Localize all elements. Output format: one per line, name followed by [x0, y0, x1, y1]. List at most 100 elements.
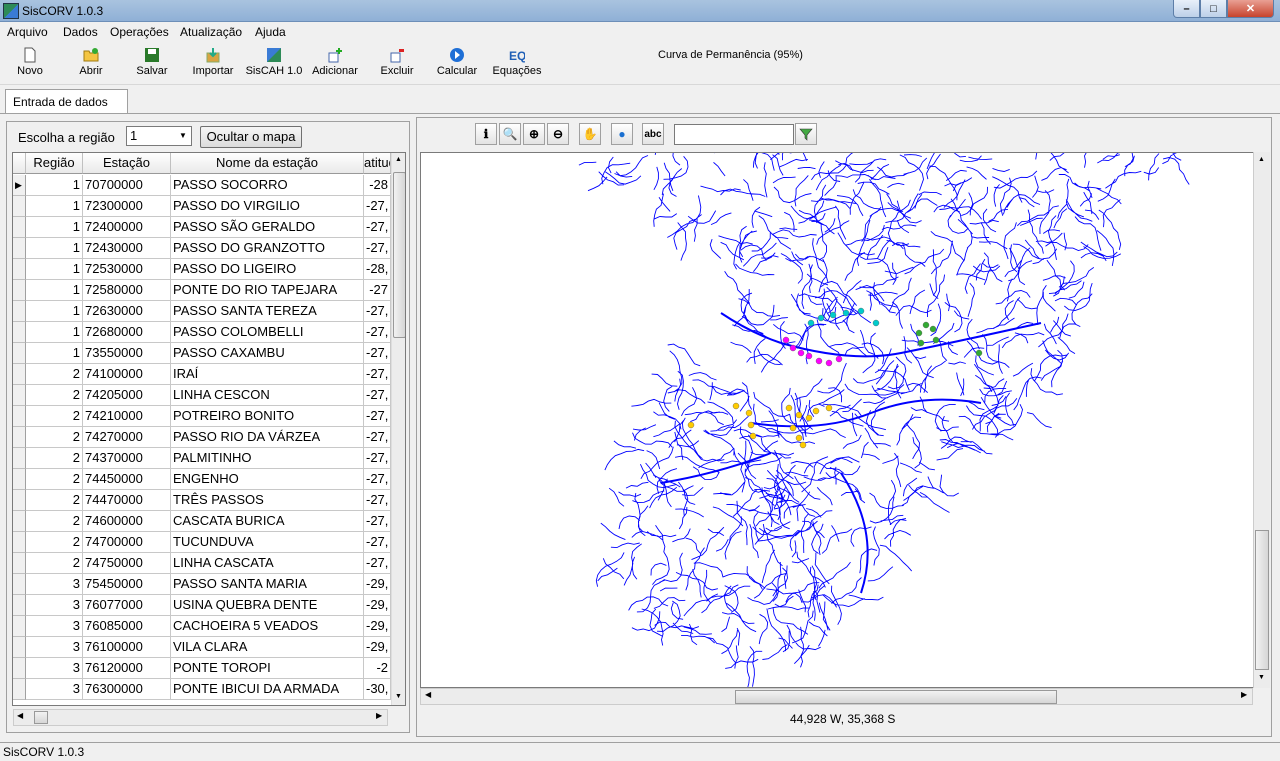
cell-nome[interactable]: LINHA CASCATA: [171, 553, 364, 574]
cell-estacao[interactable]: 74750000: [83, 553, 171, 574]
cell-latitude[interactable]: -27,: [364, 364, 391, 385]
cell-latitude[interactable]: -28: [364, 175, 391, 196]
cell-regiao[interactable]: 1: [26, 196, 83, 217]
row-selector[interactable]: [13, 532, 26, 553]
station-marker[interactable]: [749, 432, 757, 440]
table-row[interactable]: 1 72630000 PASSO SANTA TEREZA -27,: [13, 301, 391, 322]
table-row[interactable]: 3 76077000 USINA QUEBRA DENTE -29,: [13, 595, 391, 616]
new-button[interactable]: Novo: [0, 45, 62, 83]
table-row[interactable]: 2 74205000 LINHA CESCON -27,: [13, 385, 391, 406]
cell-latitude[interactable]: -2: [364, 658, 391, 679]
cell-estacao[interactable]: 72630000: [83, 301, 171, 322]
table-row[interactable]: 2 74210000 POTREIRO BONITO -27,: [13, 406, 391, 427]
cell-regiao[interactable]: 2: [26, 469, 83, 490]
station-marker[interactable]: [782, 336, 790, 344]
station-marker[interactable]: [932, 336, 940, 344]
save-button[interactable]: Salvar: [120, 45, 184, 83]
cell-estacao[interactable]: 74600000: [83, 511, 171, 532]
cell-latitude[interactable]: -27,: [364, 322, 391, 343]
station-marker[interactable]: [842, 309, 850, 317]
cell-latitude[interactable]: -27,: [364, 343, 391, 364]
station-marker[interactable]: [857, 307, 865, 315]
row-selector[interactable]: [13, 238, 26, 259]
row-selector[interactable]: [13, 490, 26, 511]
cell-regiao[interactable]: 1: [26, 301, 83, 322]
calculate-button[interactable]: Calcular: [425, 45, 489, 83]
station-marker[interactable]: [745, 409, 753, 417]
station-marker[interactable]: [922, 321, 930, 329]
cell-estacao[interactable]: 76077000: [83, 595, 171, 616]
zoom-search-tool[interactable]: 🔍: [499, 123, 521, 145]
cell-estacao[interactable]: 74370000: [83, 448, 171, 469]
row-selector[interactable]: [13, 553, 26, 574]
menu-operacoes[interactable]: Operações: [110, 25, 169, 39]
table-row[interactable]: 2 74450000 ENGENHO -27,: [13, 469, 391, 490]
table-row[interactable]: 3 76120000 PONTE TOROPI -2: [13, 658, 391, 679]
table-row[interactable]: 1 72430000 PASSO DO GRANZOTTO -27,: [13, 238, 391, 259]
station-marker[interactable]: [687, 421, 695, 429]
filter-button[interactable]: [795, 123, 817, 145]
cell-nome[interactable]: PASSO SANTA MARIA: [171, 574, 364, 595]
cell-nome[interactable]: TUCUNDUVA: [171, 532, 364, 553]
table-row[interactable]: 2 74750000 LINHA CASCATA -27,: [13, 553, 391, 574]
cell-nome[interactable]: LINHA CESCON: [171, 385, 364, 406]
cell-latitude[interactable]: -27,: [364, 385, 391, 406]
cell-estacao[interactable]: 76100000: [83, 637, 171, 658]
cell-nome[interactable]: POTREIRO BONITO: [171, 406, 364, 427]
column-header-latitude[interactable]: atitud: [364, 153, 391, 174]
table-scroll-thumb[interactable]: [393, 172, 405, 338]
menu-dados[interactable]: Dados: [63, 25, 98, 39]
cell-nome[interactable]: PASSO DO VIRGILIO: [171, 196, 364, 217]
cell-latitude[interactable]: -27,: [364, 427, 391, 448]
cell-estacao[interactable]: 72680000: [83, 322, 171, 343]
station-marker[interactable]: [835, 355, 843, 363]
cell-regiao[interactable]: 2: [26, 553, 83, 574]
column-header-nome[interactable]: Nome da estação: [171, 153, 364, 174]
table-row[interactable]: 2 74370000 PALMITINHO -27,: [13, 448, 391, 469]
table-row[interactable]: 1 72400000 PASSO SÃO GERALDO -27,: [13, 217, 391, 238]
cell-regiao[interactable]: 3: [26, 637, 83, 658]
cell-nome[interactable]: PASSO CAXAMBU: [171, 343, 364, 364]
row-selector[interactable]: [13, 217, 26, 238]
region-select[interactable]: 1 ▼: [126, 126, 192, 146]
cell-nome[interactable]: PASSO DO GRANZOTTO: [171, 238, 364, 259]
row-selector[interactable]: [13, 658, 26, 679]
cell-regiao[interactable]: 3: [26, 574, 83, 595]
cell-latitude[interactable]: -27,: [364, 553, 391, 574]
row-selector[interactable]: [13, 595, 26, 616]
table-row[interactable]: 3 76085000 CACHOEIRA 5 VEADOS -29,: [13, 616, 391, 637]
table-row[interactable]: 3 76100000 VILA CLARA -29,: [13, 637, 391, 658]
table-row[interactable]: ▶ 1 70700000 PASSO SOCORRO -28: [13, 175, 391, 196]
close-button[interactable]: ✕: [1227, 0, 1274, 18]
row-selector[interactable]: [13, 574, 26, 595]
row-selector[interactable]: [13, 259, 26, 280]
station-marker[interactable]: [747, 421, 755, 429]
cell-nome[interactable]: IRAÍ: [171, 364, 364, 385]
station-marker[interactable]: [797, 349, 805, 357]
cell-latitude[interactable]: -27,: [364, 448, 391, 469]
menu-ajuda[interactable]: Ajuda: [255, 25, 286, 39]
cell-regiao[interactable]: 3: [26, 616, 83, 637]
cell-regiao[interactable]: 2: [26, 364, 83, 385]
station-marker[interactable]: [929, 325, 937, 333]
cell-regiao[interactable]: 2: [26, 448, 83, 469]
cell-latitude[interactable]: -29,: [364, 616, 391, 637]
import-button[interactable]: Importar: [181, 45, 245, 83]
map-hscroll-thumb[interactable]: [735, 690, 1057, 704]
cell-nome[interactable]: PASSO DO LIGEIRO: [171, 259, 364, 280]
row-selector[interactable]: [13, 511, 26, 532]
globe-tool[interactable]: ●: [611, 123, 633, 145]
equations-button[interactable]: EQ Equações: [485, 45, 549, 83]
cell-estacao[interactable]: 74100000: [83, 364, 171, 385]
cell-regiao[interactable]: 2: [26, 490, 83, 511]
cell-latitude[interactable]: -27,: [364, 301, 391, 322]
label-tool[interactable]: abc: [642, 123, 664, 145]
cell-nome[interactable]: CASCATA BURICA: [171, 511, 364, 532]
station-marker[interactable]: [812, 407, 820, 415]
station-marker[interactable]: [807, 319, 815, 327]
map-scroll-left-icon[interactable]: ◀: [425, 690, 431, 699]
open-button[interactable]: Abrir: [59, 45, 123, 83]
maximize-button[interactable]: □: [1200, 0, 1227, 18]
cell-estacao[interactable]: 74700000: [83, 532, 171, 553]
map-vertical-scrollbar[interactable]: ▲ ▼: [1253, 152, 1270, 688]
